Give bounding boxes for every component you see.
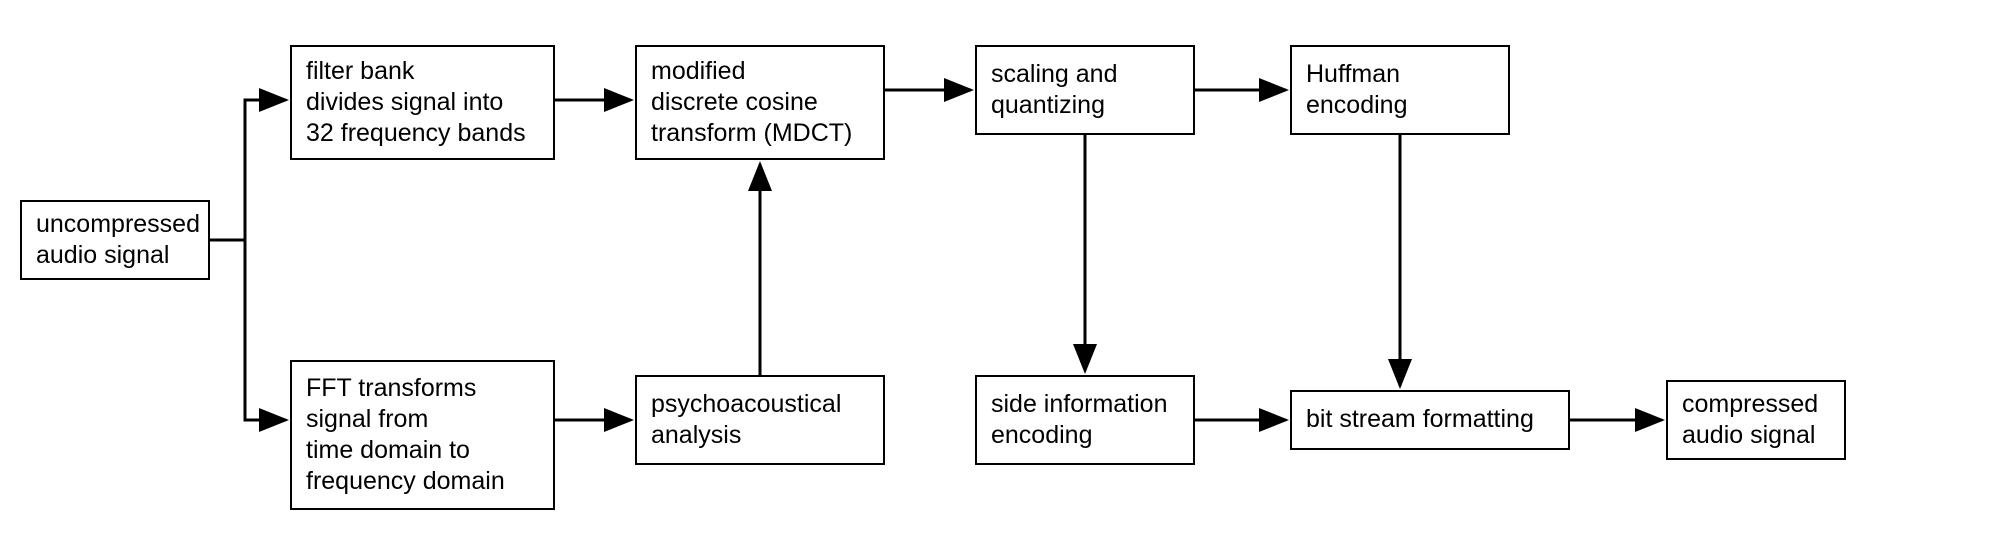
box-scaling: scaling andquantizing (975, 45, 1195, 135)
box-output: compressedaudio signal (1666, 380, 1846, 460)
arrow-input-to-filterbank (210, 100, 286, 240)
box-bitstream: bit stream formatting (1290, 390, 1570, 450)
box-filter-bank-label: filter bankdivides signal into32 frequen… (306, 56, 526, 150)
box-input-label: uncompressedaudio signal (36, 209, 200, 272)
box-bitstream-label: bit stream formatting (1306, 404, 1534, 435)
box-mdct: modifieddiscrete cosinetransform (MDCT) (635, 45, 885, 160)
box-output-label: compressedaudio signal (1682, 389, 1818, 452)
arrow-input-to-fft (210, 240, 286, 420)
box-side-info: side informationencoding (975, 375, 1195, 465)
box-huffman-label: Huffmanencoding (1306, 59, 1407, 122)
box-psycho-label: psychoacousticalanalysis (651, 389, 841, 452)
box-side-info-label: side informationencoding (991, 389, 1167, 452)
box-input: uncompressedaudio signal (20, 200, 210, 280)
box-psycho: psychoacousticalanalysis (635, 375, 885, 465)
box-fft-label: FFT transformssignal fromtime domain tof… (306, 373, 505, 498)
box-huffman: Huffmanencoding (1290, 45, 1510, 135)
box-scaling-label: scaling andquantizing (991, 59, 1117, 122)
box-filter-bank: filter bankdivides signal into32 frequen… (290, 45, 555, 160)
box-mdct-label: modifieddiscrete cosinetransform (MDCT) (651, 56, 852, 150)
box-fft: FFT transformssignal fromtime domain tof… (290, 360, 555, 510)
